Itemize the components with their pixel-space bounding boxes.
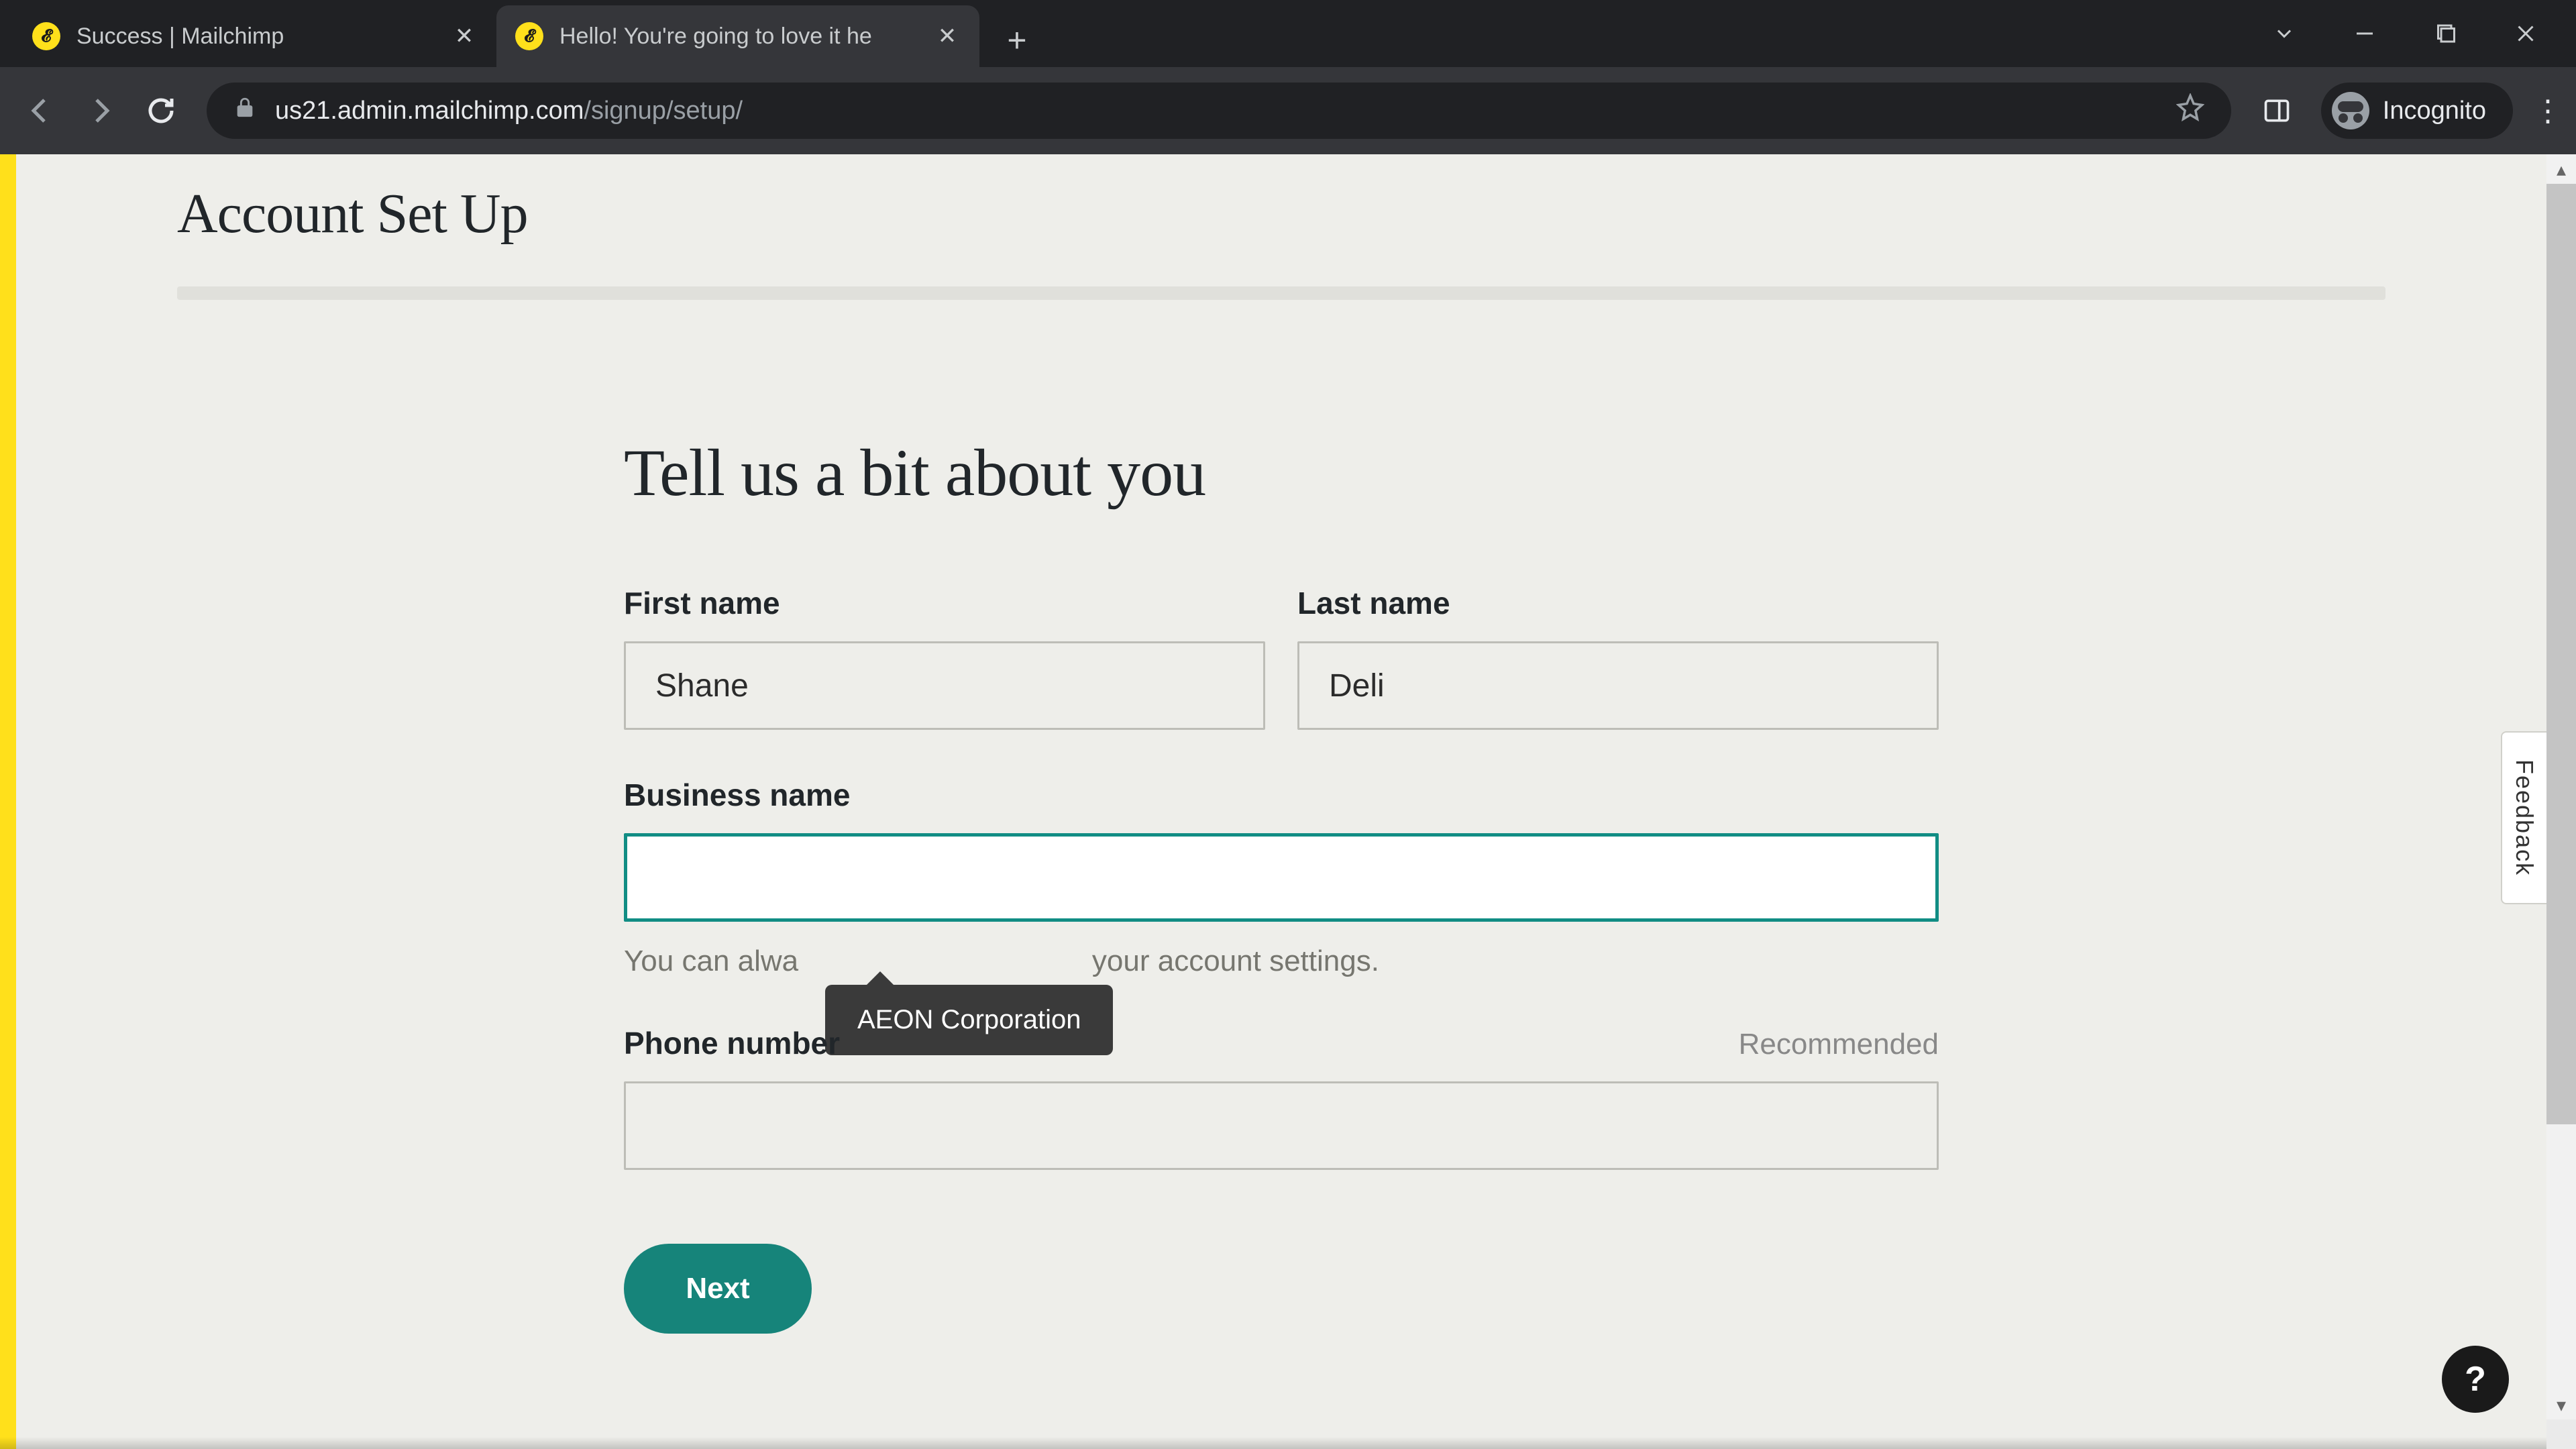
incognito-icon <box>2332 92 2369 129</box>
last-name-input[interactable] <box>1297 641 1939 730</box>
new-tab-button[interactable]: + <box>990 13 1044 67</box>
maximize-icon[interactable] <box>2428 17 2462 50</box>
phone-field: Phone number Recommended <box>624 1025 1939 1170</box>
tab-strip: 𝓔 Success | Mailchimp ✕ 𝓔 Hello! You're … <box>0 0 2576 67</box>
form-heading: Tell us a bit about you <box>624 434 1939 511</box>
tab-search-icon[interactable] <box>2267 17 2301 50</box>
window-controls <box>2267 0 2576 67</box>
side-panel-icon[interactable] <box>2253 87 2301 135</box>
page-content: Account Set Up Tell us a bit about you F… <box>16 154 2546 1449</box>
setup-form: Tell us a bit about you First name Last … <box>624 434 1939 1334</box>
incognito-label: Incognito <box>2383 97 2486 125</box>
phone-input[interactable] <box>624 1081 1939 1170</box>
browser-tab-active[interactable]: 𝓔 Hello! You're going to love it he ✕ <box>496 5 979 67</box>
back-button[interactable] <box>16 87 64 135</box>
first-name-input[interactable] <box>624 641 1265 730</box>
scroll-up-icon[interactable]: ▴ <box>2546 154 2576 184</box>
last-name-field: Last name <box>1297 585 1939 730</box>
minimize-icon[interactable] <box>2348 17 2381 50</box>
progress-bar <box>177 286 2385 300</box>
browser-tab[interactable]: 𝓔 Success | Mailchimp ✕ <box>13 5 496 67</box>
business-helper-text: You can always change this later in your… <box>624 945 1939 978</box>
help-button[interactable]: ? <box>2442 1346 2509 1413</box>
recommended-label: Recommended <box>1739 1028 1939 1061</box>
business-name-field: Business name You can always change this… <box>624 777 1939 978</box>
bottom-shadow <box>0 1437 2546 1449</box>
url-text: us21.admin.mailchimp.com/signup/setup/ <box>275 97 743 125</box>
vertical-scrollbar[interactable]: ▴ ▾ <box>2546 154 2576 1419</box>
first-name-label: First name <box>624 585 1265 621</box>
tab-title: Hello! You're going to love it he <box>559 23 918 50</box>
scroll-track[interactable] <box>2546 184 2576 1390</box>
reload-button[interactable] <box>137 87 185 135</box>
name-row: First name Last name <box>624 585 1939 730</box>
browser-toolbar: us21.admin.mailchimp.com/signup/setup/ I… <box>0 67 2576 154</box>
next-button[interactable]: Next <box>624 1244 812 1334</box>
close-tab-icon[interactable]: ✕ <box>934 23 961 50</box>
phone-label: Phone number <box>624 1025 840 1061</box>
page-title: Account Set Up <box>177 181 2546 246</box>
lock-icon <box>233 96 256 125</box>
business-name-label: Business name <box>624 777 1939 813</box>
close-tab-icon[interactable]: ✕ <box>451 23 478 50</box>
incognito-indicator[interactable]: Incognito <box>2321 83 2513 139</box>
forward-button[interactable] <box>76 87 125 135</box>
mailchimp-favicon-icon: 𝓔 <box>515 22 543 50</box>
page-viewport: Account Set Up Tell us a bit about you F… <box>0 154 2576 1449</box>
scroll-corner <box>2546 1419 2576 1449</box>
feedback-tab[interactable]: Feedback <box>2501 731 2546 904</box>
bookmark-star-icon[interactable] <box>2176 93 2204 128</box>
address-bar[interactable]: us21.admin.mailchimp.com/signup/setup/ <box>207 83 2231 139</box>
business-name-input[interactable] <box>624 833 1939 922</box>
tab-title: Success | Mailchimp <box>76 23 435 50</box>
scroll-down-icon[interactable]: ▾ <box>2546 1390 2576 1419</box>
scroll-thumb[interactable] <box>2546 184 2576 1124</box>
toolbar-right: Incognito ⋮ <box>2253 83 2560 139</box>
brand-accent-bar <box>0 154 16 1449</box>
last-name-label: Last name <box>1297 585 1939 621</box>
mailchimp-favicon-icon: 𝓔 <box>32 22 60 50</box>
kebab-menu-icon[interactable]: ⋮ <box>2533 94 2560 128</box>
first-name-field: First name <box>624 585 1265 730</box>
close-window-icon[interactable] <box>2509 17 2542 50</box>
